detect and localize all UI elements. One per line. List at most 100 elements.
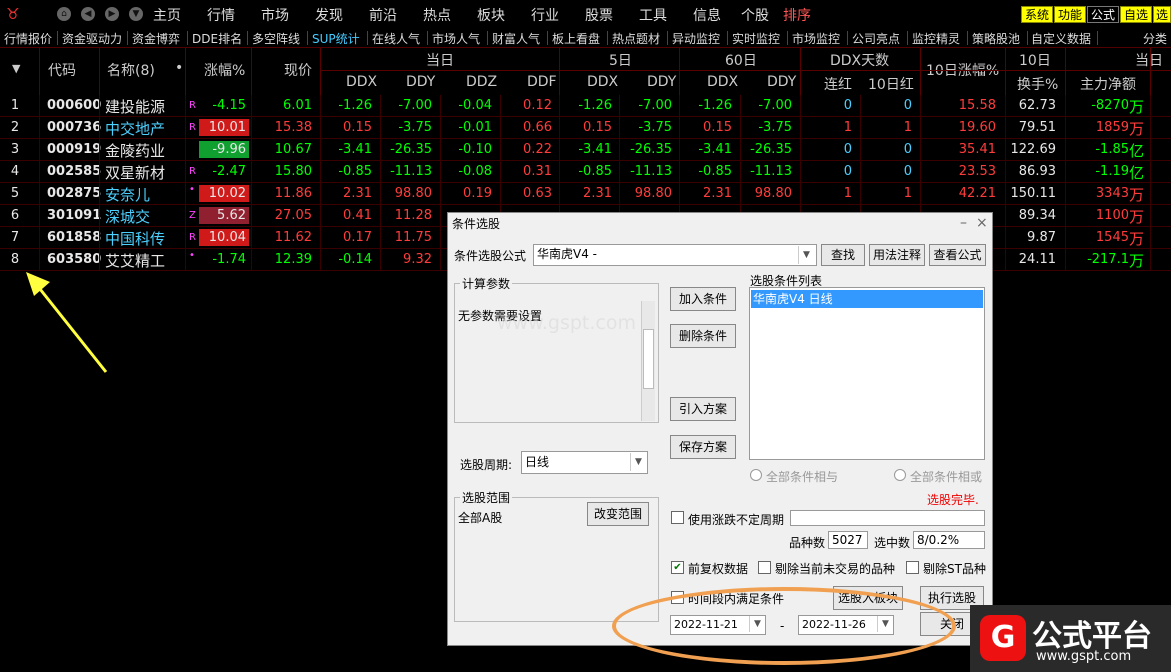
tab-fund-drive[interactable]: 资金驱动力 — [62, 30, 122, 47]
menu-quotes[interactable]: 行情 — [207, 5, 235, 25]
stock-name[interactable]: 中交地产 — [105, 118, 165, 139]
btn-stock-pick[interactable]: 选股 — [1153, 6, 1171, 23]
menu-sector[interactable]: 板块 — [477, 5, 505, 25]
stock-name[interactable]: 深城交 — [105, 206, 150, 227]
params-scrollbar[interactable] — [641, 301, 655, 421]
menu-tools[interactable]: 工具 — [639, 5, 667, 25]
save-scheme-button[interactable]: 保存方案 — [670, 435, 736, 459]
tab-sup-stats[interactable]: SUP统计 — [312, 30, 360, 47]
col-price[interactable]: 现价 — [284, 60, 312, 80]
menu-frontier[interactable]: 前沿 — [369, 5, 397, 25]
col-ddf[interactable]: DDF — [527, 74, 557, 90]
stock-code[interactable]: 301091 — [47, 208, 101, 223]
import-scheme-button[interactable]: 引入方案 — [670, 397, 736, 421]
find-button[interactable]: 查找 — [821, 244, 865, 266]
menu-industry[interactable]: 行业 — [531, 5, 559, 25]
change-range-button[interactable]: 改变范围 — [587, 502, 649, 526]
tab-online-popularity[interactable]: 在线人气 — [372, 30, 420, 47]
stock-code[interactable]: 002875 — [47, 186, 101, 201]
menu-market[interactable]: 市场 — [261, 5, 289, 25]
stock-code[interactable]: 603580 — [47, 252, 101, 267]
view-formula-button[interactable]: 查看公式 — [929, 244, 986, 266]
tab-monitor-wizard[interactable]: 监控精灵 — [912, 30, 960, 47]
stock-name[interactable]: 金陵药业 — [105, 140, 165, 161]
stock-code[interactable]: 000736 — [47, 120, 101, 135]
dialog-titlebar[interactable]: 条件选股 — [448, 213, 992, 235]
radio-all-or[interactable] — [894, 469, 906, 481]
minimize-icon[interactable]: – — [960, 213, 967, 233]
tab-board-watch[interactable]: 板上看盘 — [552, 30, 600, 47]
stock-code[interactable]: 000600 — [47, 98, 101, 113]
stock-code[interactable]: 601858 — [47, 230, 101, 245]
stock-name[interactable]: 建投能源 — [105, 96, 165, 117]
tab-company-highlights[interactable]: 公司亮点 — [852, 30, 900, 47]
menu-hotspot[interactable]: 热点 — [423, 5, 451, 25]
col-consec-red[interactable]: 连红 — [824, 74, 852, 94]
menu-info[interactable]: 信息 — [693, 5, 721, 25]
condition-list-item[interactable]: 华南虎V4 日线 — [751, 290, 983, 308]
usage-notes-button[interactable]: 用法注释 — [869, 244, 925, 266]
menu-stocks[interactable]: 股票 — [585, 5, 613, 25]
exclude-st-checkbox[interactable] — [906, 561, 919, 574]
col-10day-red[interactable]: 10日红 — [868, 74, 914, 94]
col-ddz[interactable]: DDZ — [466, 74, 497, 90]
stock-name[interactable]: 中国科传 — [105, 228, 165, 249]
uncertain-period-input[interactable] — [790, 510, 985, 526]
menu-down-icon[interactable]: ▼ — [129, 7, 143, 21]
radio-all-and[interactable] — [750, 469, 762, 481]
tab-anomaly-monitor[interactable]: 异动监控 — [672, 30, 720, 47]
tab-category[interactable]: 分类 — [1143, 30, 1167, 47]
chevron-down-icon[interactable]: ▼ — [798, 246, 814, 264]
menu-discover[interactable]: 发现 — [315, 5, 343, 25]
col-ddx-60day[interactable]: DDX — [707, 74, 738, 90]
col-ddx[interactable]: DDX — [346, 74, 377, 90]
menu-single-stock[interactable]: 个股 — [741, 5, 769, 25]
col-ddy-60day[interactable]: DDY — [767, 74, 796, 90]
forward-icon[interactable]: ▶ — [105, 7, 119, 21]
period-select[interactable]: 日线 — [521, 451, 648, 474]
back-icon[interactable]: ◀ — [81, 7, 95, 21]
condition-list[interactable]: 华南虎V4 日线 — [749, 287, 985, 460]
stock-code[interactable]: 000919 — [47, 142, 101, 157]
formula-select[interactable]: 华南虎V4 - — [533, 244, 817, 266]
btn-function[interactable]: 功能 — [1054, 6, 1086, 23]
col-main-net[interactable]: 主力净额 — [1080, 74, 1136, 94]
tab-dde-rank[interactable]: DDE排名 — [192, 30, 242, 47]
app-logo-icon: ♉ — [6, 5, 20, 23]
tab-long-short[interactable]: 多空阵线 — [252, 30, 300, 47]
tab-wealth-popularity[interactable]: 财富人气 — [492, 30, 540, 47]
col-turnover[interactable]: 换手% — [1017, 74, 1058, 94]
tab-realtime-monitor[interactable]: 实时监控 — [732, 30, 780, 47]
col-ddx-5day[interactable]: DDX — [587, 74, 618, 90]
btn-system[interactable]: 系统 — [1021, 6, 1053, 23]
menu-home[interactable]: 主页 — [153, 5, 181, 25]
col-ddy-5day[interactable]: DDY — [647, 74, 676, 90]
tab-custom-data[interactable]: 自定义数据 — [1031, 30, 1091, 47]
chevron-down-icon[interactable]: ▼ — [630, 453, 646, 471]
tab-market-popularity[interactable]: 市场人气 — [432, 30, 480, 47]
close-icon[interactable]: × — [976, 213, 988, 233]
forward-adjust-checkbox[interactable]: ✔ — [671, 561, 684, 574]
stock-name[interactable]: 双星新材 — [105, 162, 165, 183]
sort-toggle-icon[interactable]: ▼ — [12, 62, 20, 75]
col-code[interactable]: 代码 — [48, 60, 76, 80]
tab-fund-game[interactable]: 资金博弈 — [132, 30, 180, 47]
home-icon[interactable]: ⌂ — [57, 7, 71, 21]
stock-code[interactable]: 002585 — [47, 164, 101, 179]
col-change[interactable]: 涨幅% — [204, 60, 245, 80]
delete-condition-button[interactable]: 删除条件 — [670, 324, 736, 348]
tab-hot-topics[interactable]: 热点题材 — [612, 30, 660, 47]
tab-market-monitor[interactable]: 市场监控 — [792, 30, 840, 47]
menu-sort[interactable]: 排序 — [783, 5, 811, 25]
btn-watchlist[interactable]: 自选 — [1120, 6, 1152, 23]
exclude-untraded-checkbox[interactable] — [758, 561, 771, 574]
btn-formula[interactable]: 公式 — [1087, 6, 1119, 23]
tab-quote[interactable]: 行情报价 — [4, 30, 52, 47]
uncertain-period-checkbox[interactable] — [671, 511, 684, 524]
stock-name[interactable]: 安奈儿 — [105, 184, 150, 205]
scrollbar-thumb[interactable] — [643, 329, 654, 389]
add-condition-button[interactable]: 加入条件 — [670, 287, 736, 311]
tab-strategy-pool[interactable]: 策略股池 — [972, 30, 1020, 47]
col-ddy[interactable]: DDY — [406, 74, 435, 90]
col-name[interactable]: 名称(8) — [107, 60, 155, 80]
